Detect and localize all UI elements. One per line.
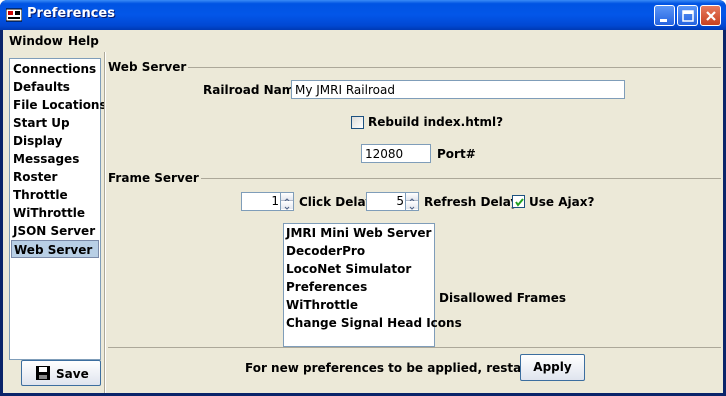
save-button[interactable]: Save	[21, 360, 101, 386]
sidebar-item-file-locations[interactable]: File Locations	[11, 96, 107, 114]
window-content: Window Help Connections Defaults File Lo…	[3, 30, 723, 393]
arrow-down-icon	[284, 206, 290, 210]
click-delay-value: 1	[271, 194, 279, 208]
click-delay-up-button[interactable]	[281, 193, 293, 202]
sidebar-item-defaults[interactable]: Defaults	[11, 78, 99, 96]
sidebar-item-start-up[interactable]: Start Up	[11, 114, 99, 132]
disallowed-frames-label: Disallowed Frames	[439, 291, 567, 305]
frames-list[interactable]: JMRI Mini Web Server DecoderPro LocoNet …	[283, 223, 462, 347]
close-button[interactable]	[700, 5, 721, 26]
refresh-delay-spinner[interactable]: 5	[366, 192, 419, 211]
maximize-button[interactable]	[677, 5, 698, 26]
split-divider-highlight	[105, 52, 106, 393]
use-ajax-checkbox[interactable]	[512, 195, 525, 208]
footer-separator	[108, 347, 721, 348]
title-bar[interactable]: Preferences	[0, 0, 726, 30]
restart-message: For new preferences to be applied, resta…	[245, 361, 568, 375]
railroad-name-field[interactable]: My JMRI Railroad	[291, 80, 625, 99]
jmri-app-icon	[6, 8, 22, 22]
port-label: Port#	[437, 147, 476, 161]
sidebar-item-withrottle[interactable]: WiThrottle	[11, 204, 99, 222]
list-item[interactable]: JMRI Mini Web Server	[286, 226, 431, 240]
floppy-disk-icon	[36, 366, 50, 380]
click-delay-arrows	[280, 193, 293, 210]
close-icon	[706, 11, 716, 21]
sidebar-item-json-server[interactable]: JSON Server	[11, 222, 99, 240]
refresh-delay-arrows	[405, 193, 418, 210]
use-ajax-label: Use Ajax?	[529, 195, 595, 209]
sidebar-item-roster[interactable]: Roster	[11, 168, 99, 186]
sidebar-item-display[interactable]: Display	[11, 132, 99, 150]
sidebar-item-connections[interactable]: Connections	[11, 60, 99, 78]
refresh-delay-value: 5	[396, 194, 404, 208]
sidebar-item-messages[interactable]: Messages	[11, 150, 99, 168]
list-item[interactable]: WiThrottle	[286, 298, 358, 312]
save-button-label: Save	[56, 367, 89, 381]
menu-window[interactable]: Window	[9, 34, 63, 48]
list-item[interactable]: DecoderPro	[286, 244, 365, 258]
maximize-icon	[682, 10, 694, 22]
menu-bar: Window Help	[3, 30, 723, 52]
refresh-delay-label: Refresh Delay	[424, 195, 519, 209]
rebuild-index-checkbox[interactable]	[351, 116, 364, 129]
list-item[interactable]: Change Signal Head Icons	[286, 316, 462, 330]
minimize-button[interactable]	[654, 5, 675, 26]
click-delay-label: Click Delay	[299, 195, 374, 209]
refresh-delay-down-button[interactable]	[406, 201, 418, 210]
preferences-category-list[interactable]: Connections Defaults File Locations Star…	[9, 58, 107, 360]
sidebar-item-throttle[interactable]: Throttle	[11, 186, 99, 204]
frame-server-section-title: Frame Server	[108, 171, 201, 185]
web-server-section-border	[108, 67, 721, 68]
list-item[interactable]: LocoNet Simulator	[286, 262, 411, 276]
apply-button[interactable]: Apply	[520, 354, 585, 381]
click-delay-down-button[interactable]	[281, 201, 293, 210]
railroad-name-label: Railroad Name	[203, 83, 303, 97]
rebuild-index-label: Rebuild index.html?	[368, 115, 504, 129]
click-delay-spinner[interactable]: 1	[241, 192, 294, 211]
sidebar-item-web-server[interactable]: Web Server	[11, 240, 99, 258]
web-server-section-title: Web Server	[108, 60, 189, 74]
list-item[interactable]: Preferences	[286, 280, 367, 294]
port-field[interactable]: 12080	[361, 144, 431, 163]
arrow-down-icon	[409, 206, 415, 210]
menu-help[interactable]: Help	[68, 34, 99, 48]
refresh-delay-up-button[interactable]	[406, 193, 418, 202]
window-title: Preferences	[27, 6, 115, 21]
checkmark-icon	[515, 198, 524, 207]
preferences-window: Preferences Window Help Connections Defa…	[0, 0, 726, 396]
minimize-icon	[660, 19, 667, 22]
